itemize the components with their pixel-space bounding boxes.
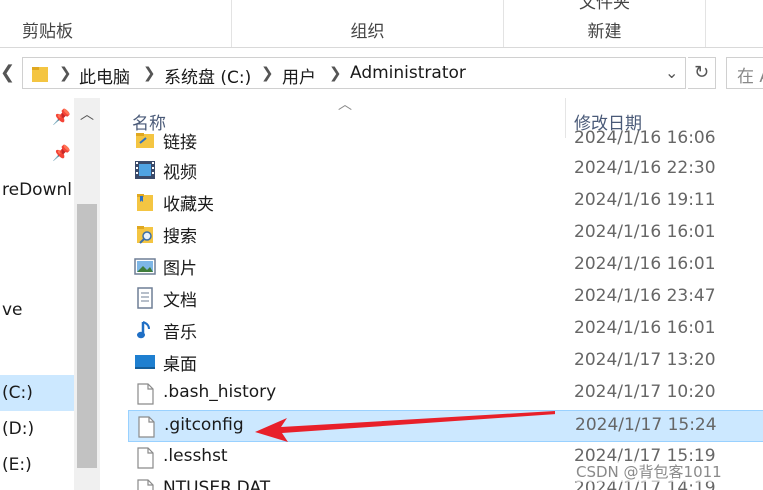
refresh-button[interactable]: ↻: [688, 57, 716, 89]
nav-item-drive-e[interactable]: (E:): [0, 447, 74, 483]
file-date: 2024/1/17 13:20: [574, 350, 716, 370]
nav-item-downloads[interactable]: reDownl: [0, 172, 74, 208]
ribbon-group-label: 组织: [350, 22, 385, 42]
ribbon-group-organize[interactable]: 组织: [232, 0, 504, 47]
favorites-folder-icon: [134, 191, 156, 213]
ribbon-group-new[interactable]: 文件夹 新建: [504, 0, 706, 47]
file-name: 收藏夹: [163, 195, 214, 215]
file-name: 音乐: [163, 323, 197, 343]
file-row[interactable]: 收藏夹 2024/1/16 19:11: [128, 186, 763, 218]
breadcrumb-separator-icon[interactable]: ❯: [59, 64, 72, 82]
ribbon-new-folder-label[interactable]: 文件夹: [504, 0, 705, 13]
sort-ascending-icon: ︿: [338, 98, 352, 113]
annotation-arrow-icon: [255, 411, 555, 442]
breadcrumb-this-pc[interactable]: 此电脑: [79, 63, 130, 88]
breadcrumb-separator-icon[interactable]: ❯: [261, 64, 274, 82]
folder-icon: [32, 67, 48, 82]
file-name: NTUSER.DAT: [163, 478, 271, 490]
address-bar[interactable]: ❯ 此电脑 ❯ 系统盘 (C:) ❯ 用户 ❯ Administrator ⌄: [22, 57, 686, 89]
file-row[interactable]: 链接 2024/1/16 16:06: [128, 124, 763, 156]
ribbon-group-clipboard[interactable]: 剪贴板: [0, 0, 232, 47]
file-name: 链接: [163, 133, 197, 153]
address-row: ❮ ❯ 此电脑 ❯ 系统盘 (C:) ❯ 用户 ❯ Administrator …: [0, 54, 763, 92]
file-row[interactable]: 图片 2024/1/16 16:01: [128, 250, 763, 282]
file-icon: [134, 479, 156, 490]
refresh-icon: ↻: [693, 62, 710, 83]
file-date: 2024/1/16 16:06: [574, 128, 716, 148]
file-date: 2024/1/16 22:30: [574, 158, 716, 178]
file-row[interactable]: 搜索 2024/1/16 16:01: [128, 218, 763, 250]
file-date: 2024/1/17 15:24: [575, 415, 717, 435]
music-folder-icon: [134, 319, 156, 341]
file-date: 2024/1/17 10:20: [574, 382, 716, 402]
file-date: 2024/1/16 16:01: [574, 254, 716, 274]
nav-item-drive-d[interactable]: (D:): [0, 411, 74, 447]
video-folder-icon: [134, 159, 156, 181]
file-name: 桌面: [163, 355, 197, 375]
watermark: CSDN @背包客1011: [576, 461, 722, 482]
breadcrumb-administrator[interactable]: Administrator: [350, 63, 466, 83]
file-name: .gitconfig: [164, 415, 244, 435]
file-name: 视频: [163, 163, 197, 183]
nav-scrollbar-thumb[interactable]: [77, 204, 97, 468]
file-date: 2024/1/16 19:11: [574, 190, 716, 210]
breadcrumb-separator-icon[interactable]: ❯: [143, 64, 156, 82]
desktop-folder-icon: [134, 351, 156, 373]
file-name: .lesshst: [163, 446, 228, 466]
file-date: 2024/1/16 16:01: [574, 318, 716, 338]
ribbon-group-label: 剪贴板: [22, 22, 73, 42]
ribbon: 剪贴板 组织 文件夹 新建: [0, 0, 763, 48]
file-date: 2024/1/16 16:01: [574, 222, 716, 242]
file-row[interactable]: 桌面 2024/1/17 13:20: [128, 346, 763, 378]
file-icon: [135, 416, 157, 438]
file-row[interactable]: 文档 2024/1/16 23:47: [128, 282, 763, 314]
nav-scrollbar[interactable]: ︿: [74, 98, 100, 490]
address-dropdown-chevron-icon[interactable]: ⌄: [665, 63, 678, 82]
breadcrumb-separator-icon[interactable]: ❯: [329, 64, 342, 82]
pin-icon[interactable]: 📌: [52, 144, 71, 162]
nav-item-drive[interactable]: ve: [0, 292, 74, 328]
link-folder-icon: [134, 129, 156, 151]
breadcrumb-system-drive[interactable]: 系统盘 (C:): [164, 63, 251, 88]
nav-item-drive-c[interactable]: (C:): [0, 375, 74, 411]
file-name: .bash_history: [163, 382, 277, 402]
pin-icon[interactable]: 📌: [52, 108, 71, 126]
file-name: 图片: [163, 259, 197, 279]
scroll-up-chevron-icon[interactable]: ︿: [74, 104, 100, 124]
file-name: 搜索: [163, 227, 197, 247]
file-row[interactable]: 视频 2024/1/16 22:30: [128, 154, 763, 186]
ribbon-group-label: 新建: [587, 22, 622, 42]
breadcrumb-users[interactable]: 用户: [282, 63, 316, 88]
navigation-pane: 📌 📌 reDownl ve (C:) (D:) (E:) ︿: [0, 98, 100, 490]
search-folder-icon: [134, 223, 156, 245]
file-row[interactable]: 音乐 2024/1/16 16:01: [128, 314, 763, 346]
search-input[interactable]: 在 A: [726, 57, 763, 89]
pictures-folder-icon: [134, 255, 156, 277]
file-date: 2024/1/16 23:47: [574, 286, 716, 306]
file-icon: [134, 447, 156, 469]
file-name: 文档: [163, 291, 197, 311]
documents-folder-icon: [134, 287, 156, 309]
file-icon: [134, 383, 156, 405]
nav-up-chevron-icon[interactable]: ❮: [0, 62, 15, 83]
